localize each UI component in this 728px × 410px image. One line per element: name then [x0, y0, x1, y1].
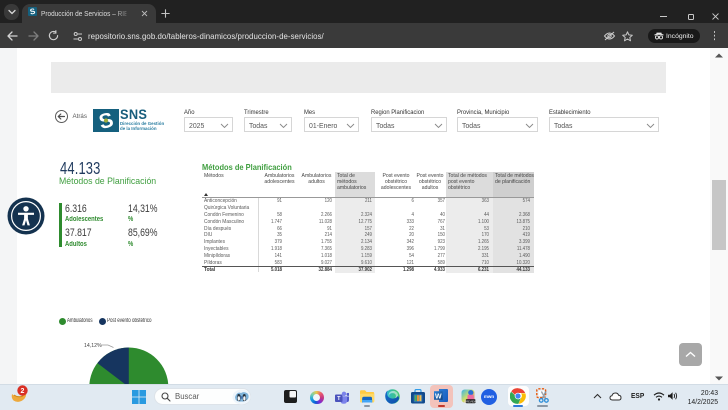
- svg-text:PREVIEW: PREVIEW: [465, 399, 476, 403]
- svg-text:W: W: [435, 393, 442, 400]
- svg-text:S: S: [29, 7, 37, 16]
- svg-text:2: 2: [21, 388, 25, 395]
